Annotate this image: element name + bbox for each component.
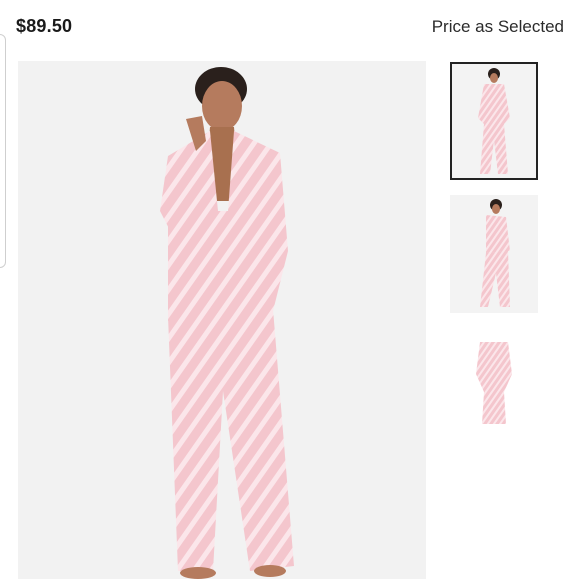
product-price: $89.50	[16, 16, 73, 36]
main-product-image[interactable]	[18, 61, 426, 579]
thumbnail-front-image	[450, 62, 538, 180]
thumbnail-flatlay[interactable]	[450, 328, 538, 446]
left-panel-edge	[0, 34, 6, 268]
price-note: Price as Selected	[431, 17, 564, 36]
pajama-model-illustration	[18, 61, 426, 579]
thumbnail-side[interactable]	[450, 195, 538, 313]
thumbnail-side-image	[450, 195, 538, 313]
thumbnail-front[interactable]	[450, 62, 538, 180]
thumbnail-flatlay-image	[450, 328, 538, 446]
